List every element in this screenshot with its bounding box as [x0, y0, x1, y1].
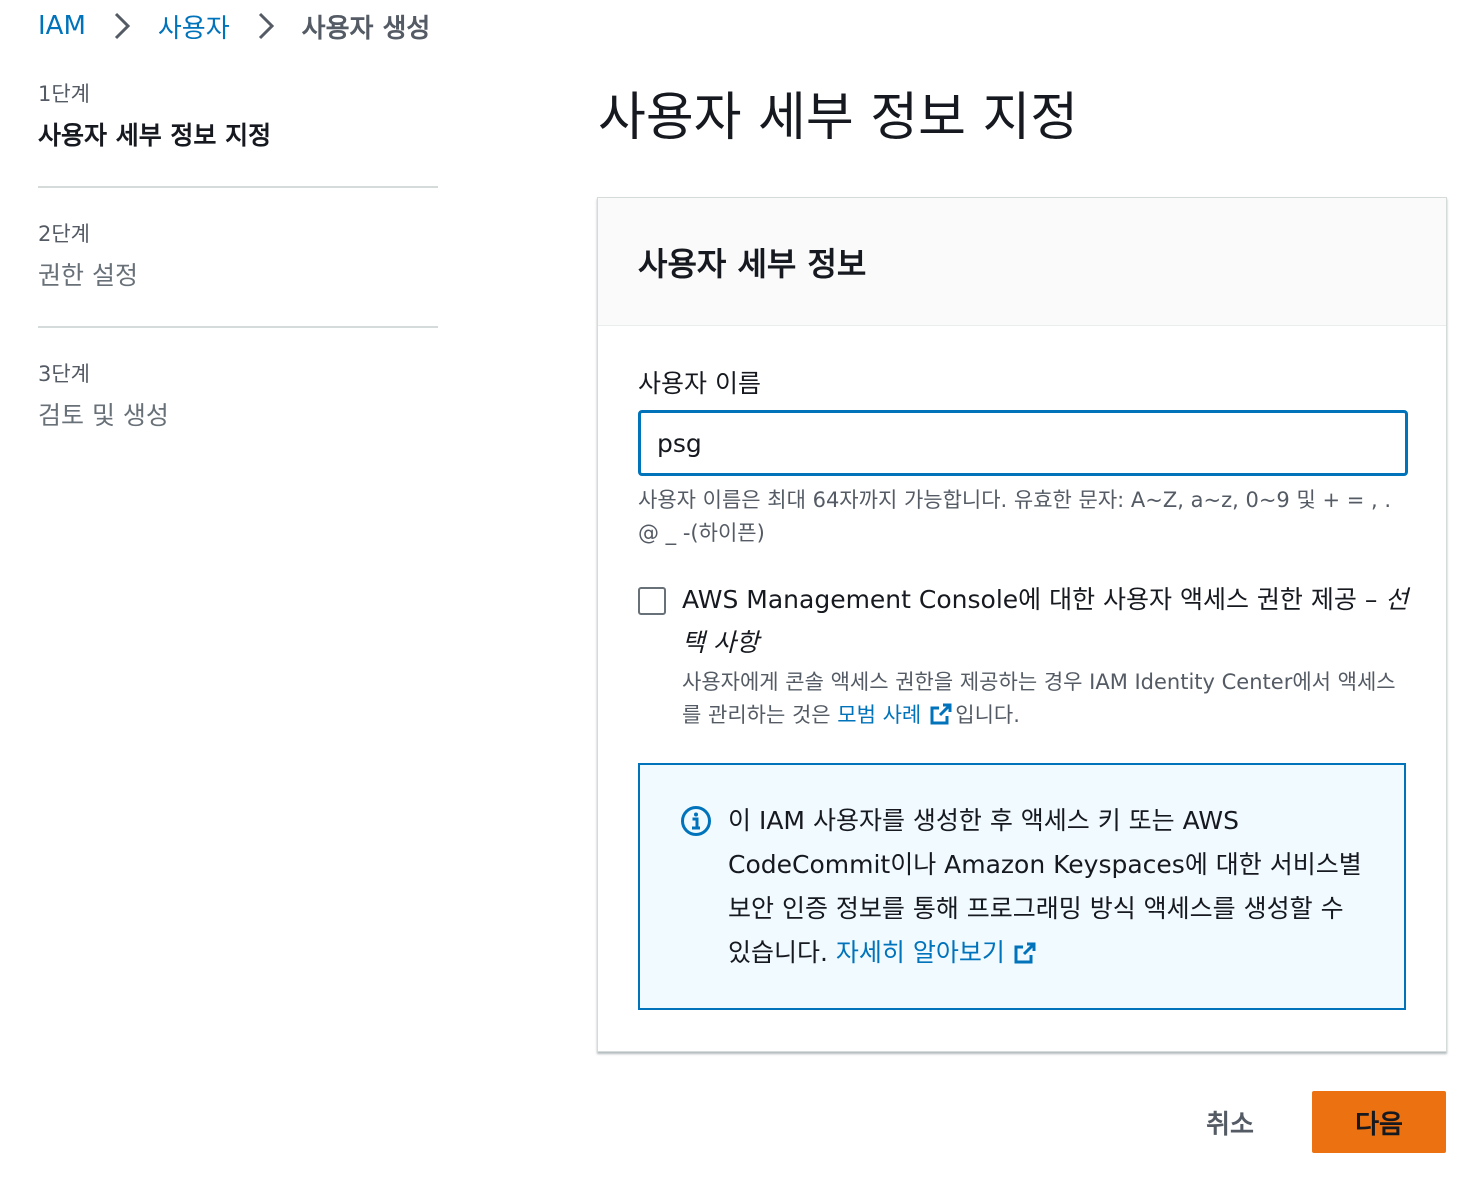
- chevron-right-icon: [102, 6, 142, 46]
- breadcrumb-users[interactable]: 사용자: [158, 8, 230, 45]
- panel-title: 사용자 세부 정보: [638, 244, 867, 283]
- step-title: 권한 설정: [38, 261, 138, 290]
- console-access-label-text: AWS Management Console에 대한 사용자 액세스 권한 제공…: [682, 585, 1378, 614]
- step-title: 사용자 세부 정보 지정: [38, 121, 272, 150]
- chevron-right-icon: [246, 6, 286, 46]
- username-hint: 사용자 이름은 최대 64자까지 가능합니다. 유효한 문자: A~Z, a~z…: [638, 488, 1392, 545]
- best-practice-link[interactable]: 모범 사례: [837, 703, 921, 727]
- step-title: 검토 및 생성: [38, 401, 169, 430]
- console-access-checkbox[interactable]: [638, 587, 666, 615]
- username-label: 사용자 이름: [638, 369, 761, 398]
- info-alert: 이 IAM 사용자를 생성한 후 액세스 키 또는 AWS CodeCommit…: [638, 763, 1406, 1010]
- step-number: 3단계: [38, 362, 91, 386]
- breadcrumb: IAM 사용자 사용자 생성: [38, 6, 430, 46]
- learn-more-link[interactable]: 자세히 알아보기: [836, 938, 1005, 967]
- console-access-description: 사용자에게 콘솔 액세스 권한을 제공하는 경우 IAM Identity Ce…: [682, 666, 1412, 732]
- breadcrumb-iam[interactable]: IAM: [38, 11, 86, 41]
- wizard-step-2: 2단계 권한 설정: [38, 186, 438, 326]
- step-number: 2단계: [38, 222, 91, 246]
- step-number: 1단계: [38, 82, 91, 106]
- info-icon: [680, 805, 712, 837]
- external-link-icon[interactable]: [929, 702, 953, 726]
- wizard-step-3: 3단계 검토 및 생성: [38, 326, 438, 466]
- username-input[interactable]: [638, 410, 1408, 476]
- panel-header: 사용자 세부 정보: [598, 198, 1446, 326]
- page-title: 사용자 세부 정보 지정: [598, 88, 1079, 148]
- wizard-steps: 1단계 사용자 세부 정보 지정 2단계 권한 설정 3단계 검토 및 생성: [38, 80, 438, 466]
- external-link-icon[interactable]: [1013, 941, 1037, 965]
- breadcrumb-create-user: 사용자 생성: [301, 13, 431, 44]
- info-message: 이 IAM 사용자를 생성한 후 액세스 키 또는 AWS CodeCommit…: [728, 806, 1362, 967]
- cancel-button[interactable]: 취소: [1190, 1091, 1270, 1153]
- info-text: 이 IAM 사용자를 생성한 후 액세스 키 또는 AWS CodeCommit…: [728, 799, 1368, 975]
- user-details-panel: 사용자 세부 정보 사용자 이름 사용자 이름은 최대 64자까지 가능합니다.…: [597, 197, 1447, 1052]
- next-button[interactable]: 다음: [1312, 1091, 1446, 1153]
- console-access-label[interactable]: AWS Management Console에 대한 사용자 액세스 권한 제공…: [682, 578, 1417, 664]
- console-access-desc-text: 사용자에게 콘솔 액세스 권한을 제공하는 경우 IAM Identity Ce…: [682, 670, 1396, 727]
- wizard-step-1: 1단계 사용자 세부 정보 지정: [38, 80, 438, 186]
- console-access-desc-suffix: 입니다.: [955, 703, 1020, 727]
